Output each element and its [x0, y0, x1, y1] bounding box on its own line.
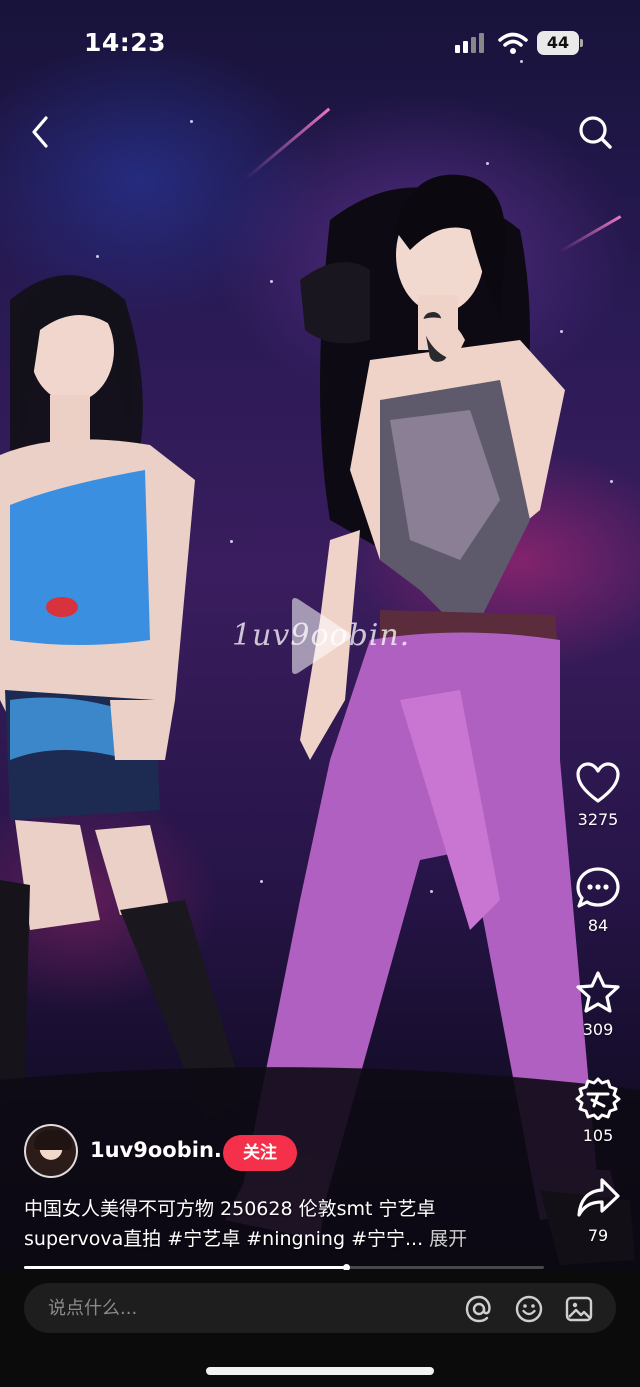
smile-icon[interactable] — [514, 1294, 544, 1324]
favorite-button[interactable]: 309 — [568, 970, 628, 1039]
wifi-icon — [498, 32, 528, 54]
forward-button[interactable]: 79 — [568, 1176, 628, 1245]
back-chevron-icon[interactable] — [22, 112, 58, 152]
video-watermark: 1uv9oobin. — [232, 618, 411, 653]
like-count: 3275 — [577, 810, 619, 829]
forward-count: 79 — [587, 1226, 609, 1245]
expand-link[interactable]: 展开 — [429, 1228, 467, 1250]
battery-level: 44 — [537, 31, 579, 55]
comment-input[interactable] — [48, 1283, 448, 1333]
image-icon[interactable] — [564, 1294, 594, 1324]
star-icon — [576, 971, 620, 1013]
comment-count: 84 — [587, 916, 609, 935]
comment-bar[interactable] — [24, 1283, 616, 1333]
chat-bubble-icon — [576, 867, 620, 908]
screen: 14:23 44 1uv9oobin. 3275 84 309 105 79 1… — [0, 0, 640, 1387]
share-button[interactable]: 105 — [568, 1076, 628, 1145]
cellular-signal-icon — [455, 33, 484, 53]
share-count: 105 — [582, 1126, 614, 1145]
heart-icon — [576, 762, 620, 803]
caption-line-2-text: supervova直拍 #宁艺卓 #ningning #宁宁... — [24, 1228, 424, 1250]
status-time: 14:23 — [84, 28, 167, 57]
video-progress-bar[interactable] — [24, 1264, 544, 1271]
video-caption[interactable]: 中国女人美得不可方物 250628 伦敦smt 宁艺卓 supervova直拍 … — [24, 1194, 544, 1254]
caption-line-2: supervova直拍 #宁艺卓 #ningning #宁宁... 展开 — [24, 1224, 544, 1254]
caption-line-1: 中国女人美得不可方物 250628 伦敦smt 宁艺卓 — [24, 1198, 436, 1220]
comment-button[interactable]: 84 — [568, 866, 628, 935]
status-bar: 14:23 44 — [0, 0, 640, 88]
search-icon[interactable] — [575, 112, 615, 152]
follow-button[interactable]: 关注 — [223, 1135, 297, 1171]
forward-arrow-icon — [577, 1178, 620, 1217]
favorite-count: 309 — [582, 1020, 614, 1039]
home-indicator — [206, 1367, 434, 1375]
author-avatar[interactable] — [24, 1124, 78, 1178]
like-button[interactable]: 3275 — [568, 762, 628, 829]
video-progress-fill — [24, 1266, 346, 1269]
at-sign-icon[interactable] — [464, 1294, 494, 1324]
author-name[interactable]: 1uv9oobin. — [90, 1138, 222, 1162]
share-badge-icon — [575, 1077, 621, 1120]
battery-icon: 44 — [537, 31, 583, 55]
